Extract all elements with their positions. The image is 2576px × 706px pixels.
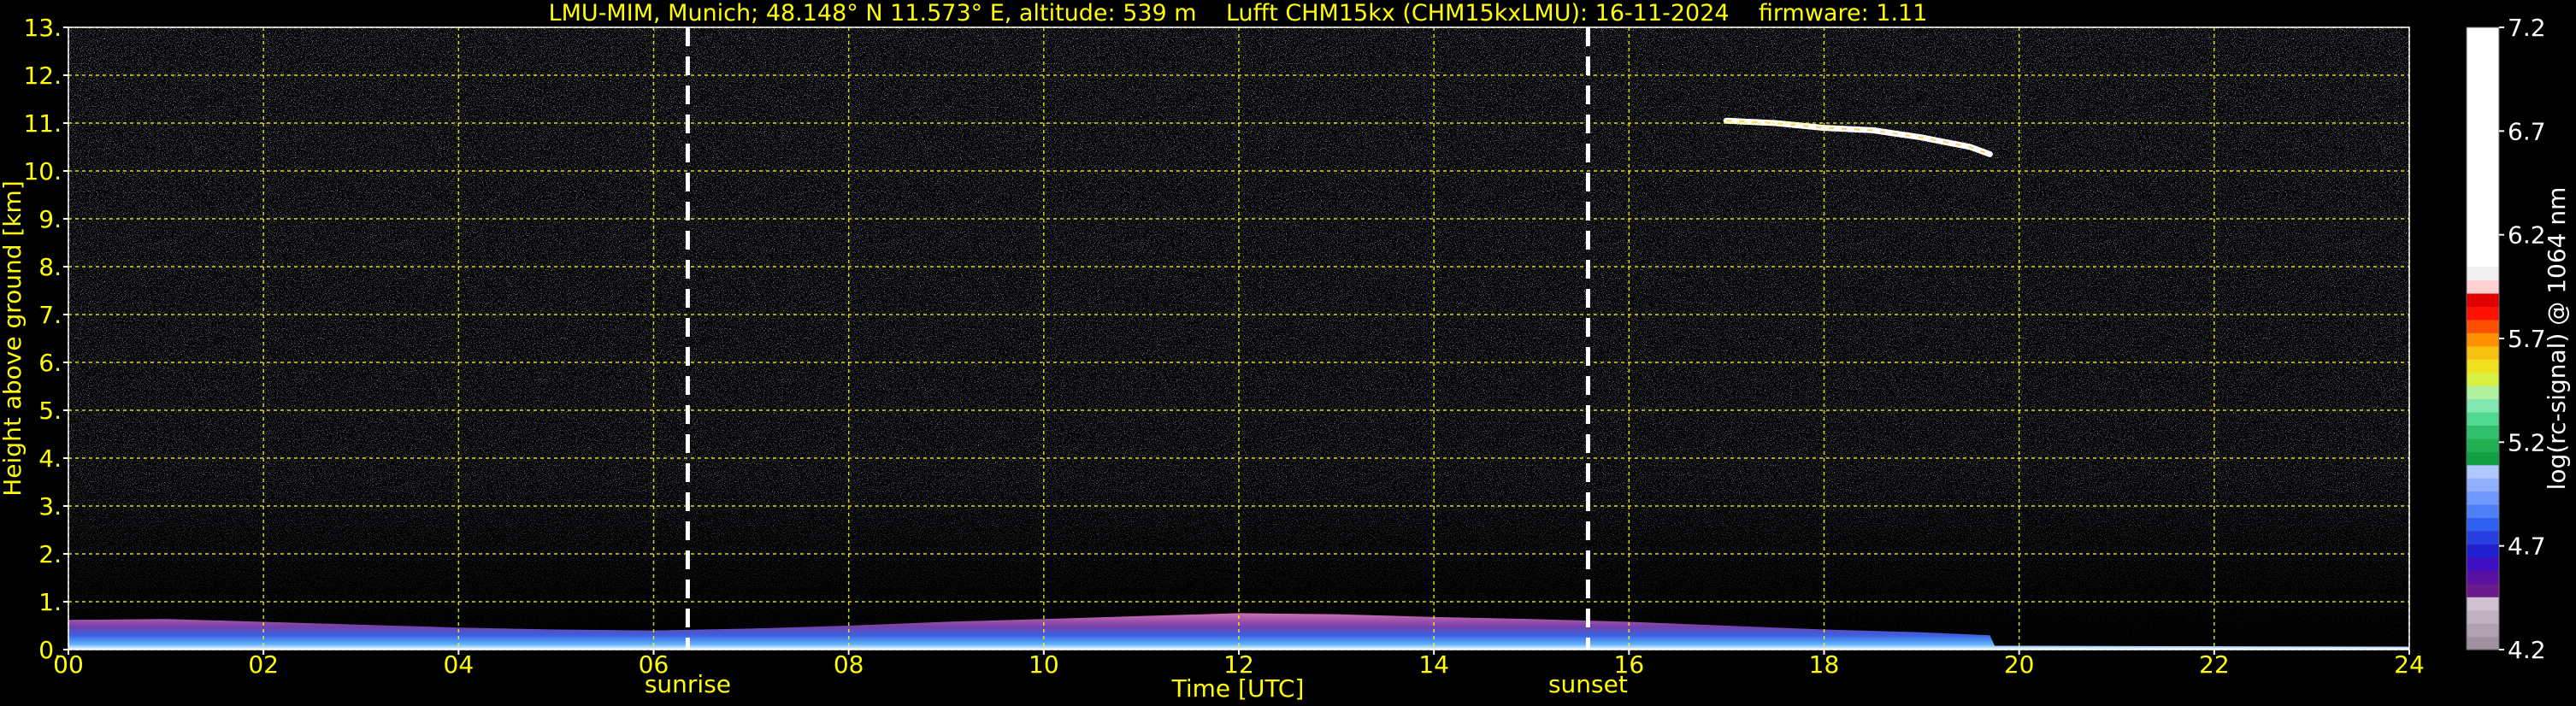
ceilometer-plot: LMU-MIM, Munich; 48.148° N 11.573° E, al… bbox=[0, 0, 2571, 703]
colorbar-segment bbox=[2467, 398, 2499, 413]
x-tick-label: 02 bbox=[248, 650, 279, 679]
colorbar-segment bbox=[2467, 517, 2499, 532]
colorbar-segment bbox=[2467, 478, 2499, 492]
y-tick-label: 11. bbox=[23, 109, 62, 138]
colorbar-segment bbox=[2467, 504, 2499, 519]
y-tick-label: 13. bbox=[23, 14, 62, 42]
colorbar-segment bbox=[2467, 372, 2499, 386]
plot-area bbox=[68, 26, 2410, 650]
colorbar-tick-label: 6.7 bbox=[2508, 117, 2546, 145]
colorbar-segment bbox=[2467, 570, 2499, 585]
x-tick-label: 20 bbox=[2004, 650, 2035, 679]
colorbar-tick-label: 6.2 bbox=[2508, 221, 2546, 250]
x-tick-label: 08 bbox=[834, 650, 864, 679]
colorbar-segment bbox=[2467, 267, 2499, 281]
y-tick-label: 10. bbox=[23, 157, 62, 185]
chart-title: LMU-MIM, Munich; 48.148° N 11.573° E, al… bbox=[549, 0, 1928, 26]
x-tick-label: 10 bbox=[1029, 650, 1059, 679]
event-label-sunset: sunset bbox=[1548, 670, 1628, 698]
colorbar-segment bbox=[2467, 292, 2499, 307]
y-tick-label: 1. bbox=[38, 588, 62, 616]
colorbar bbox=[2466, 26, 2500, 650]
x-tick-label: 04 bbox=[444, 650, 475, 679]
colorbar-segment bbox=[2467, 556, 2499, 571]
colorbar-segment bbox=[2467, 279, 2499, 294]
y-axis-label: Height above ground [km] bbox=[0, 180, 27, 497]
x-tick-label: 14 bbox=[1418, 650, 1449, 679]
colorbar-segment bbox=[2467, 609, 2499, 624]
colorbar-segment bbox=[2467, 332, 2499, 347]
colorbar-segment bbox=[2467, 464, 2499, 479]
x-tick-label: 00 bbox=[53, 650, 84, 679]
colorbar-segment bbox=[2467, 306, 2499, 321]
colorbar-segment bbox=[2467, 385, 2499, 400]
y-tick-label: 7. bbox=[38, 301, 62, 329]
colorbar-segment bbox=[2467, 438, 2499, 452]
colorbar-tick-label: 5.2 bbox=[2508, 428, 2546, 456]
colorbar-ticks: 4.2 4.7 5.2 5.7 6.2 6.7 7.2 bbox=[2499, 14, 2546, 664]
colorbar-segment bbox=[2467, 319, 2499, 333]
x-tick-label: 18 bbox=[1809, 650, 1840, 679]
colorbar-segment bbox=[2467, 425, 2499, 439]
y-tick-label: 5. bbox=[38, 397, 62, 425]
y-tick-label: 8. bbox=[38, 253, 62, 281]
x-axis-label: Time [UTC] bbox=[1171, 674, 1305, 703]
colorbar-segment bbox=[2467, 544, 2499, 558]
y-axis-ticks: 0.1.2.3.4.5.6.7.8.9.10.11.12.13. bbox=[23, 14, 68, 664]
colorbar-segment bbox=[2467, 491, 2499, 505]
y-tick-label: 4. bbox=[38, 444, 62, 473]
y-tick-label: 9. bbox=[38, 205, 62, 233]
x-tick-label: 24 bbox=[2394, 650, 2425, 679]
colorbar-segment bbox=[2467, 530, 2499, 545]
colorbar-segment bbox=[2467, 597, 2499, 611]
y-tick-label: 2. bbox=[38, 540, 62, 568]
y-tick-label: 6. bbox=[38, 349, 62, 377]
colorbar-segment bbox=[2467, 636, 2499, 650]
colorbar-segment bbox=[2467, 345, 2499, 360]
colorbar-tick-label: 4.2 bbox=[2508, 636, 2546, 664]
colorbar-label: log(rc-signal) @ 1064 nm bbox=[2543, 187, 2571, 491]
colorbar-segment-max bbox=[2467, 27, 2499, 267]
colorbar-tick-label: 5.7 bbox=[2508, 325, 2546, 353]
colorbar-segment bbox=[2467, 451, 2499, 466]
colorbar-segment bbox=[2467, 623, 2499, 638]
colorbar-tick-label: 4.7 bbox=[2508, 532, 2546, 561]
x-tick-label: 22 bbox=[2199, 650, 2230, 679]
colorbar-tick-label: 7.2 bbox=[2508, 14, 2546, 42]
colorbar-segment bbox=[2467, 411, 2499, 426]
y-tick-label: 12. bbox=[23, 62, 62, 90]
y-tick-label: 3. bbox=[38, 492, 62, 521]
event-label-sunrise: sunrise bbox=[645, 670, 731, 698]
colorbar-segment bbox=[2467, 583, 2499, 597]
colorbar-segment bbox=[2467, 359, 2499, 374]
